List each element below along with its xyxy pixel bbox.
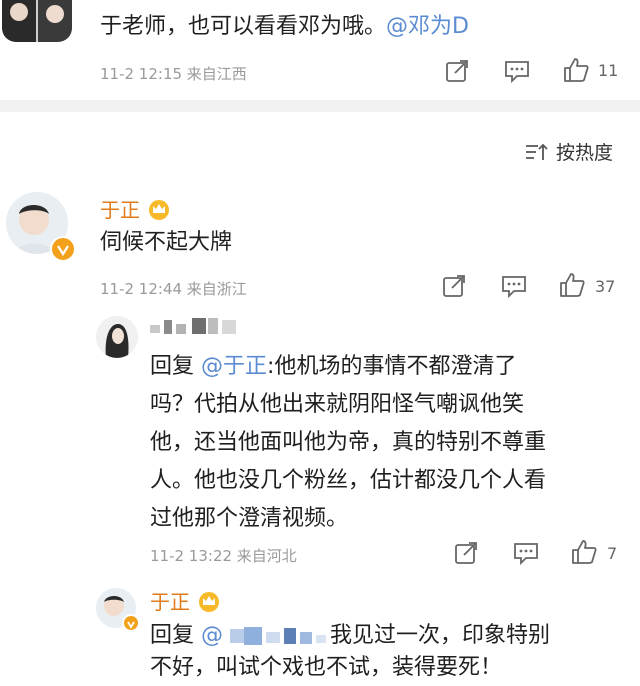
verified-badge-icon: [57, 245, 69, 257]
verified-badge-icon: [127, 621, 135, 629]
verified-badge: [122, 614, 140, 632]
reply-line-1: 回复 @于正:他机场的事情不都澄清了: [150, 354, 517, 379]
share-button[interactable]: [441, 273, 467, 299]
reply-line-3: 他，还当他面叫他为帝，真的特别不尊重: [150, 430, 547, 455]
sort-label: 按热度: [556, 142, 614, 164]
commenter-name[interactable]: 于正: [100, 194, 140, 223]
commenter-name[interactable]: 于正: [150, 586, 190, 615]
comment-icon: [514, 543, 538, 566]
commenter-header: 于正: [150, 586, 222, 615]
avatar-image: [2, 0, 72, 42]
share-icon: [455, 542, 477, 564]
share-icon: [446, 60, 468, 82]
avatar[interactable]: [96, 316, 138, 358]
comment-button[interactable]: [503, 58, 531, 84]
share-icon: [443, 275, 465, 297]
mention-link[interactable]: @邓为D: [386, 14, 469, 39]
mention-link[interactable]: @: [201, 623, 223, 648]
avatar[interactable]: [2, 0, 72, 42]
reply-meta: 11-2 13:22 来自河北: [150, 547, 297, 565]
like-button[interactable]: [562, 56, 590, 84]
like-button[interactable]: [558, 271, 586, 299]
like-count: 37: [595, 277, 616, 296]
comment-button[interactable]: [512, 540, 540, 566]
share-button[interactable]: [453, 540, 479, 566]
reply-line-5: 过他那个澄清视频。: [150, 506, 349, 531]
avatar-image: [96, 316, 138, 358]
like-button[interactable]: [570, 538, 598, 566]
verified-badge: [50, 236, 76, 262]
reply-text: 回复 @于正:他机场的事情不都澄清了 吗？代拍从他出来就阴阳怪气嘲讽他笑 他，还…: [150, 348, 546, 538]
share-button[interactable]: [444, 58, 470, 84]
like-icon: [564, 58, 589, 82]
pixelated-mention: [230, 627, 327, 645]
comment-text: 于老师，也可以看看邓为哦。@邓为D: [100, 14, 469, 39]
comment-icon: [502, 276, 526, 299]
comment-meta: 11-2 12:15 来自江西: [100, 65, 247, 83]
like-count: 11: [598, 61, 619, 80]
commenter-header: 于正: [100, 194, 172, 223]
reply-line-2: 不好，叫试个戏也不试，装得要死！: [150, 655, 503, 680]
like-count: 7: [607, 544, 618, 563]
reply-line-4: 人。他也没几个粉丝，估计都没几个人看: [150, 468, 547, 493]
mention-link[interactable]: @于正: [201, 354, 267, 379]
crown-icon: [199, 591, 219, 612]
like-icon: [560, 273, 585, 297]
crown-icon: [149, 199, 169, 220]
reply-line-2: 吗？代拍从他出来就阴阳怪气嘲讽他笑: [150, 392, 525, 417]
comment-text: 伺候不起大牌: [100, 230, 233, 255]
pixelated-name: [150, 318, 236, 334]
like-icon: [572, 540, 597, 564]
reply-text: 回复 @ 我见过一次，印象特别 不好，叫试个戏也不试，装得要死！: [150, 620, 550, 684]
section-divider: [0, 100, 640, 112]
sort-button[interactable]: 按热度: [524, 138, 613, 165]
comment-button[interactable]: [500, 273, 528, 299]
reply-line-1: 回复 @ 我见过一次，印象特别: [150, 623, 551, 648]
comment-icon: [505, 61, 529, 84]
sort-icon: [526, 143, 548, 160]
comment-meta: 11-2 12:44 来自浙江: [100, 280, 247, 298]
blurred-username: [150, 316, 250, 342]
